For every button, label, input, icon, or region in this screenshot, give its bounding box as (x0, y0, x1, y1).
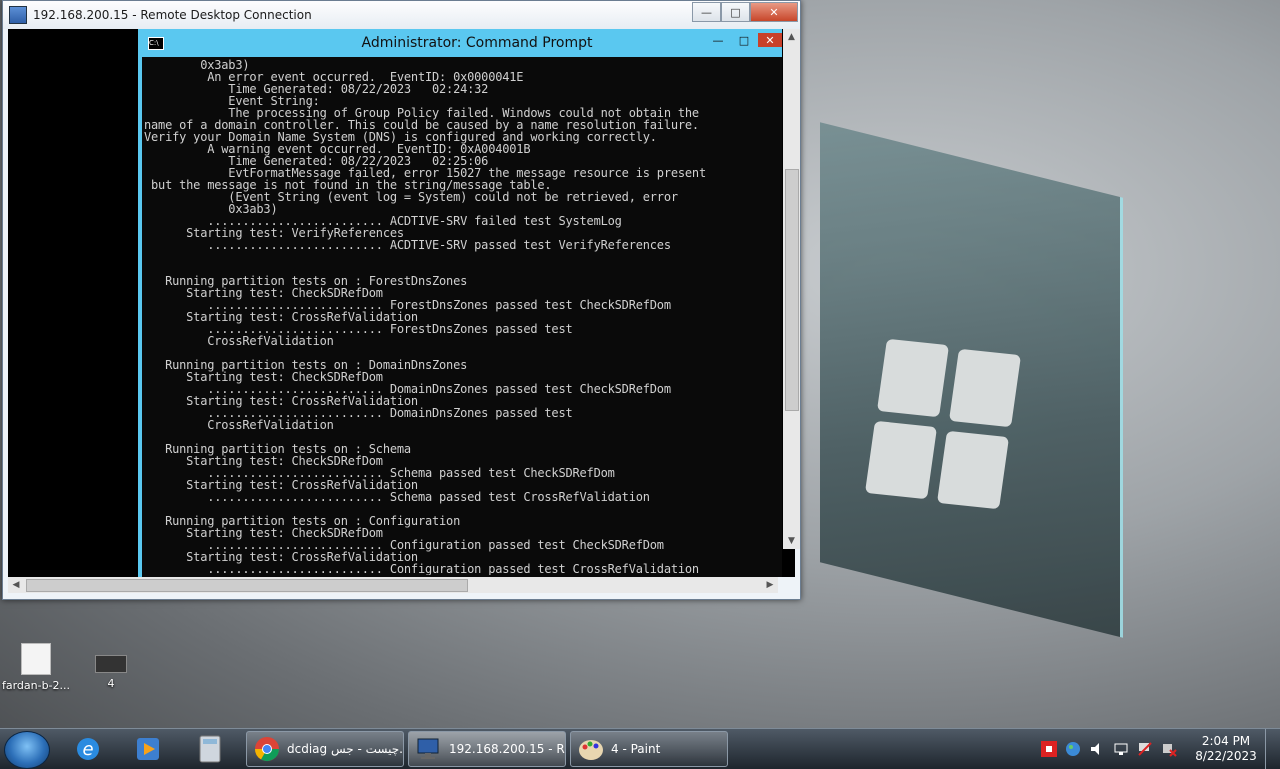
cmd-output-text: 0x3ab3) An error event occurred. EventID… (144, 59, 706, 575)
action-center-icon[interactable] (1161, 741, 1177, 757)
internet-explorer-icon[interactable]: e (62, 731, 114, 767)
command-prompt-window[interactable]: C:\ Administrator: Command Prompt — □ ✕ … (138, 29, 782, 577)
windows-logo-wallpaper (862, 332, 1032, 512)
computer-icon (95, 655, 127, 673)
media-player-icon[interactable] (122, 731, 174, 767)
desktop-icon-label: fardan-b-2... (1, 679, 71, 692)
clock-time: 2:04 PM (1201, 734, 1251, 748)
cmd-maximize-button[interactable]: □ (732, 33, 756, 47)
rdp-window-controls: — □ ✕ (692, 2, 798, 22)
flag-warning-icon[interactable] (1137, 741, 1153, 757)
cmd-minimize-button[interactable]: — (706, 33, 730, 47)
taskbar-task-label: 4 - Paint (611, 742, 661, 756)
language-icon[interactable] (1041, 741, 1057, 757)
cmd-icon: C:\ (148, 36, 164, 50)
paint-icon (579, 740, 603, 760)
scroll-left-arrow-icon[interactable]: ◀ (8, 577, 24, 593)
clock-date: 8/22/2023 (1195, 749, 1257, 763)
system-tray: 2:04 PM 8/22/2023 (1037, 729, 1280, 769)
taskbar-task-label: dcdiag چیست - جس... (287, 742, 403, 756)
scroll-up-arrow-icon[interactable]: ▲ (783, 29, 800, 45)
vertical-scroll-thumb[interactable] (785, 169, 799, 411)
taskbar: e dcdiag چیست - جس... 192.168.200.15 - R… (0, 728, 1280, 769)
desktop-icon-4[interactable]: 4 (75, 655, 147, 690)
rdp-maximize-button[interactable]: □ (721, 2, 750, 22)
network-globe-icon[interactable] (1065, 741, 1081, 757)
chrome-icon (255, 737, 279, 762)
scroll-right-arrow-icon[interactable]: ▶ (762, 577, 778, 593)
remote-desktop-window[interactable]: 192.168.200.15 - Remote Desktop Connecti… (2, 0, 801, 600)
svg-text:e: e (82, 739, 93, 760)
rdp-minimize-button[interactable]: — (692, 2, 721, 22)
horizontal-scrollbar[interactable]: ◀ ▶ (8, 577, 778, 593)
calculator-icon[interactable] (184, 731, 236, 767)
show-desktop-button[interactable] (1265, 729, 1280, 769)
cmd-window-title: Administrator: Command Prompt (361, 35, 593, 51)
remote-desktop-icon (9, 6, 27, 24)
taskbar-task-chrome[interactable]: dcdiag چیست - جس... (246, 731, 404, 767)
taskbar-task-remote-desktop[interactable]: 192.168.200.15 - R... (408, 731, 566, 767)
desktop-icon-fardan[interactable]: fardan-b-2... (0, 643, 72, 692)
document-icon (21, 643, 51, 675)
rdp-window-title: 192.168.200.15 - Remote Desktop Connecti… (33, 8, 312, 22)
remote-session-viewport[interactable]: C:\ Administrator: Command Prompt — □ ✕ … (8, 29, 795, 577)
vertical-scrollbar[interactable]: ▲ ▼ (783, 29, 800, 549)
remote-desktop-icon (417, 738, 439, 759)
cmd-close-button[interactable]: ✕ (758, 33, 782, 47)
cmd-title-bar[interactable]: C:\ Administrator: Command Prompt — □ ✕ (142, 29, 782, 57)
desktop-icon-label: 4 (107, 677, 115, 690)
taskbar-task-paint[interactable]: 4 - Paint (570, 731, 728, 767)
taskbar-clock[interactable]: 2:04 PM 8/22/2023 (1191, 734, 1261, 764)
start-button[interactable] (4, 731, 50, 769)
rdp-title-bar[interactable]: 192.168.200.15 - Remote Desktop Connecti… (3, 1, 800, 29)
network-icon[interactable] (1113, 741, 1129, 757)
taskbar-task-label: 192.168.200.15 - R... (449, 742, 566, 756)
volume-icon[interactable] (1089, 741, 1105, 757)
rdp-close-button[interactable]: ✕ (750, 2, 798, 22)
scroll-down-arrow-icon[interactable]: ▼ (783, 533, 800, 549)
cmd-window-controls: — □ ✕ (704, 33, 782, 47)
horizontal-scroll-thumb[interactable] (26, 579, 468, 592)
